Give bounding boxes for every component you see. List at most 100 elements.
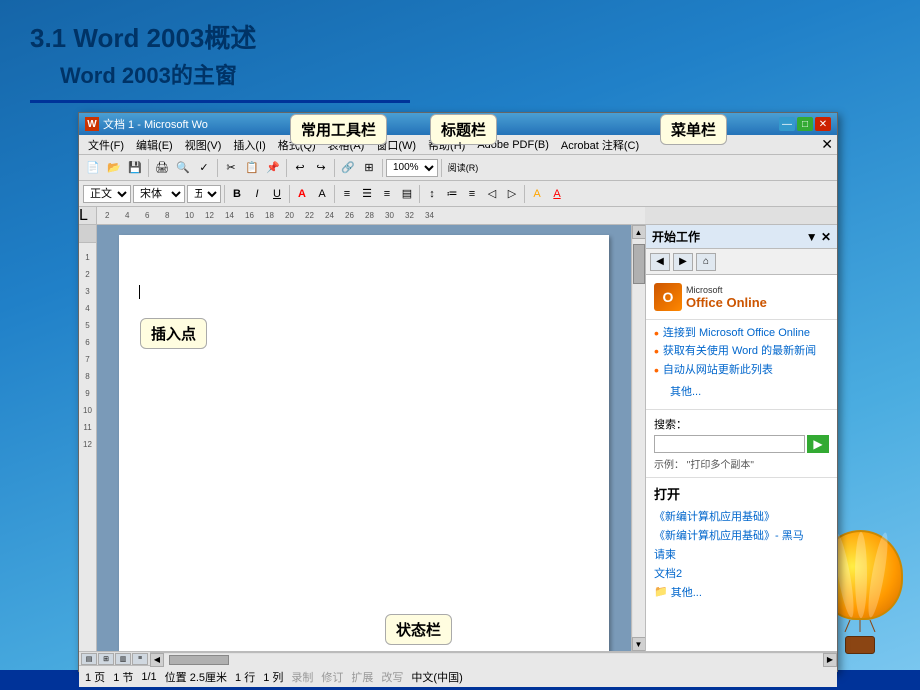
align-left[interactable]: ≡	[338, 185, 356, 203]
tb-undo[interactable]: ↩	[290, 158, 310, 178]
horizontal-scrollbar[interactable]: ◀ ▶	[150, 652, 837, 666]
tb-spell[interactable]: ✓	[194, 158, 214, 178]
tb-copy[interactable]: 📋	[242, 158, 262, 178]
scroll-left-button[interactable]: ◀	[150, 653, 164, 667]
status-section: 1 节	[113, 669, 133, 685]
menu-file[interactable]: 文件(F)	[83, 136, 129, 154]
panel-forward-button[interactable]: ▶	[673, 253, 693, 271]
menu-acrobat[interactable]: Acrobat 注释(C)	[556, 136, 644, 154]
text-cursor	[139, 285, 140, 299]
status-rec: 录制	[291, 669, 313, 685]
search-row: ▶	[654, 435, 829, 453]
menu-edit[interactable]: 编辑(E)	[131, 136, 178, 154]
panel-link-1[interactable]: • 连接到 Microsoft Office Online	[654, 326, 829, 340]
scroll-down-button[interactable]: ▼	[632, 637, 646, 651]
tb-sep6	[441, 159, 442, 177]
maximize-button[interactable]: □	[797, 117, 813, 131]
tb-preview[interactable]: 🔍	[173, 158, 193, 178]
tb-print[interactable]: 🖨	[152, 158, 172, 178]
panel-open-section: 打开 《新编计算机应用基础》 《新编计算机应用基础》- 黑马 请柬 文档2 📁 …	[646, 478, 837, 606]
scroll-track[interactable]	[633, 239, 645, 637]
panel-nav: ◀ ▶ ⌂	[646, 249, 837, 275]
ruler-row: L 2 4 6 8 10 12 14 16 18 20 22 24 26 28 …	[79, 207, 837, 225]
fmt-sep5	[524, 185, 525, 203]
indent-decrease[interactable]: ◁	[483, 185, 501, 203]
num-list[interactable]: ≡	[463, 185, 481, 203]
open-file-2[interactable]: 《新编计算机应用基础》- 黑马	[654, 527, 829, 543]
justify[interactable]: ▤	[398, 185, 416, 203]
search-button[interactable]: ▶	[807, 435, 829, 453]
vertical-scrollbar[interactable]: ▲ ▼	[631, 225, 645, 651]
callout-statusbar: 状态栏	[385, 614, 452, 645]
italic-button[interactable]: I	[248, 185, 266, 203]
tb-new[interactable]: 📄	[83, 158, 103, 178]
style-select[interactable]: 正文	[83, 185, 131, 203]
open-file-1[interactable]: 《新编计算机应用基础》	[654, 508, 829, 524]
view-web-button[interactable]: ⊞	[98, 653, 114, 665]
panel-back-button[interactable]: ◀	[650, 253, 670, 271]
zoom-select[interactable]: 100%	[386, 159, 438, 177]
callout-insertpoint: 插入点	[140, 318, 207, 349]
view-outline-button[interactable]: ≡	[132, 653, 148, 665]
scroll-h-track[interactable]	[164, 654, 823, 666]
office-logo-group: O Microsoft Office Online	[654, 283, 767, 311]
panel-menu-icon[interactable]: ▼ ✕	[806, 230, 831, 244]
open-file-4[interactable]: 文档2	[654, 565, 829, 581]
line-spacing[interactable]: ↕	[423, 185, 441, 203]
close-button[interactable]: ✕	[815, 117, 831, 131]
font-select[interactable]: 宋体	[133, 185, 185, 203]
menu-close-icon[interactable]: ✕	[821, 136, 833, 153]
office-logo-text: Microsoft Office Online	[686, 285, 767, 310]
bullet-list[interactable]: ≔	[443, 185, 461, 203]
scroll-h-thumb[interactable]	[169, 655, 229, 665]
tb-cut[interactable]: ✂	[221, 158, 241, 178]
tb-read[interactable]: 阅读(R)	[445, 158, 481, 178]
status-page: 1 页	[85, 669, 105, 685]
view-normal-button[interactable]: ▤	[81, 653, 97, 665]
tb-tables[interactable]: ⊞	[359, 158, 379, 178]
fmt-sep2	[289, 185, 290, 203]
standard-toolbar: 📄 📂 💾 🖨 🔍 ✓ ✂ 📋 📌 ↩ ↪ 🔗 ⊞ 100% 阅读(R)	[79, 155, 837, 181]
balloon-ropes	[835, 620, 885, 632]
highlight[interactable]: A	[528, 185, 546, 203]
tb-sep3	[286, 159, 287, 177]
minimize-button[interactable]: —	[779, 117, 795, 131]
font-color-A[interactable]: A	[293, 185, 311, 203]
scroll-thumb[interactable]	[633, 244, 645, 284]
ruler-panel-space	[645, 207, 837, 224]
menu-insert[interactable]: 插入(I)	[228, 136, 270, 154]
align-center[interactable]: ☰	[358, 185, 376, 203]
word-icon: W	[85, 117, 99, 131]
panel-home-button[interactable]: ⌂	[696, 253, 716, 271]
scroll-up-button[interactable]: ▲	[632, 225, 646, 239]
panel-link-3[interactable]: • 自动从网站更新此列表	[654, 363, 829, 377]
size-select[interactable]: 五号	[187, 185, 221, 203]
document-area	[97, 225, 631, 651]
underline-button[interactable]: U	[268, 185, 286, 203]
tb-save[interactable]: 💾	[125, 158, 145, 178]
bold-button[interactable]: B	[228, 185, 246, 203]
panel-other-link[interactable]: 其他...	[654, 381, 829, 403]
tb-paste[interactable]: 📌	[263, 158, 283, 178]
font-strikethrough[interactable]: A	[313, 185, 331, 203]
search-input[interactable]	[654, 435, 805, 453]
window-controls: — □ ✕	[779, 117, 831, 131]
panel-search: 搜索： ▶ 示例： "打印多个副本"	[646, 410, 837, 478]
title-underline	[30, 100, 410, 103]
menu-view[interactable]: 视图(V)	[180, 136, 227, 154]
open-file-3[interactable]: 请柬	[654, 546, 829, 562]
panel-link-2[interactable]: • 获取有关使用 Word 的最新新闻	[654, 344, 829, 358]
indent-increase[interactable]: ▷	[503, 185, 521, 203]
view-print-button[interactable]: ▥	[115, 653, 131, 665]
panel-header: 开始工作 ▼ ✕	[646, 225, 837, 249]
tb-hyperlink[interactable]: 🔗	[338, 158, 358, 178]
open-other-folder[interactable]: 📁 其他...	[654, 584, 829, 600]
tb-sep1	[148, 159, 149, 177]
tb-redo[interactable]: ↪	[311, 158, 331, 178]
align-right[interactable]: ≡	[378, 185, 396, 203]
panel-links: • 连接到 Microsoft Office Online • 获取有关使用 W…	[646, 320, 837, 410]
font-color[interactable]: A	[548, 185, 566, 203]
horizontal-ruler: 2 4 6 8 10 12 14 16 18 20 22 24 26 28 30…	[97, 207, 645, 225]
tb-open[interactable]: 📂	[104, 158, 124, 178]
scroll-right-button[interactable]: ▶	[823, 653, 837, 667]
